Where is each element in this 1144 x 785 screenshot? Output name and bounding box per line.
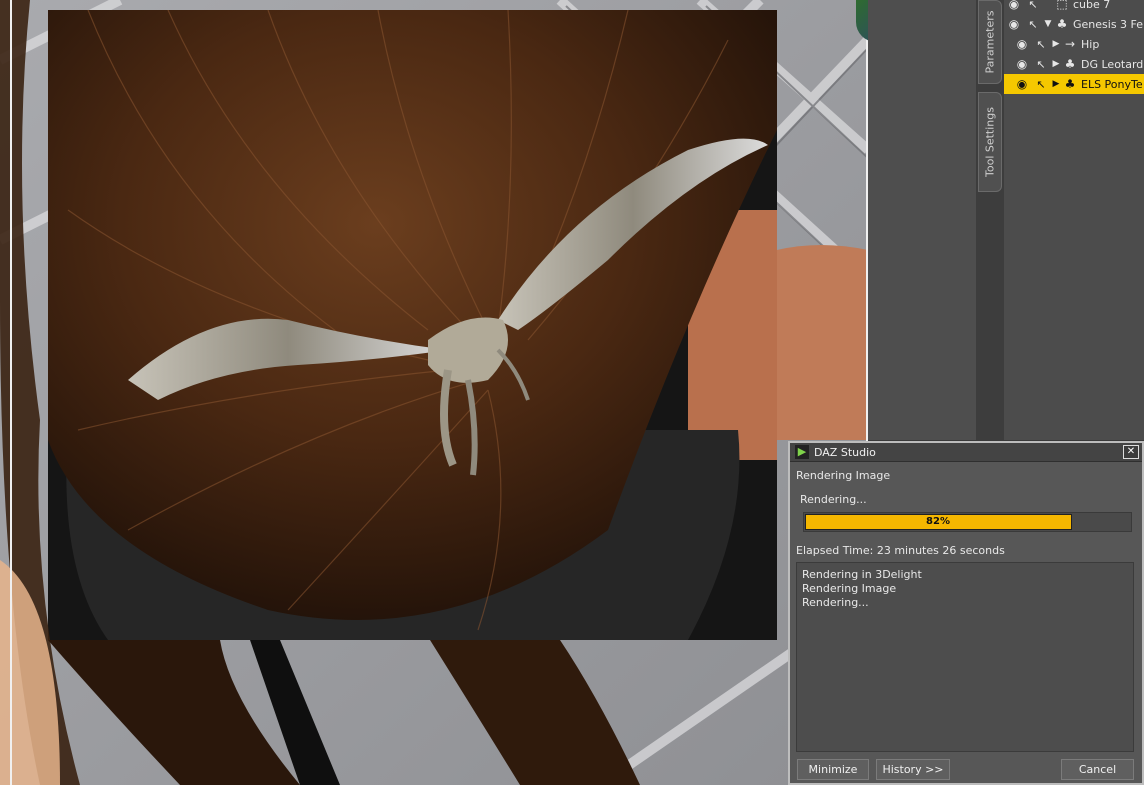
rendered-hair-image [48,10,777,640]
scene-row-label: Hip [1081,37,1100,51]
dialog-titlebar[interactable]: ▶ DAZ Studio ✕ [790,443,1142,462]
render-log[interactable]: Rendering in 3Delight Rendering Image Re… [796,562,1134,752]
dialog-heading: Rendering Image [796,469,891,482]
scene-row-label: cube 7 [1073,0,1111,11]
scene-row-leotard[interactable]: ◉ ↖ ▶ ♣ DG Leotard [1004,54,1144,74]
eye-icon[interactable]: ◉ [1012,77,1032,91]
cube-icon: ⬚ [1056,0,1068,11]
scene-row-label: Genesis 3 Fe [1073,17,1144,31]
scene-row-cube[interactable]: ◉ ↖ ⬚ cube 7 [1004,0,1144,14]
render-viewport[interactable] [0,0,868,785]
bone-icon: → [1064,37,1076,51]
chevron-right-icon[interactable]: ▶ [1050,79,1062,89]
cancel-button[interactable]: Cancel [1061,759,1134,780]
cursor-icon[interactable]: ↖ [1032,38,1050,51]
cursor-icon[interactable]: ↖ [1032,78,1050,91]
progress-bar: 82% [803,512,1132,532]
scene-row-label: ELS PonyTe [1081,77,1143,91]
tab-parameters[interactable]: Parameters [978,0,1002,84]
chevron-down-icon[interactable]: ▼ [1042,19,1054,29]
eye-icon[interactable]: ◉ [1004,17,1024,31]
figure-icon: ♣ [1064,57,1076,71]
tab-parameters-label: Parameters [983,10,997,74]
tab-tool-settings-label: Tool Settings [983,107,997,177]
cursor-icon[interactable]: ↖ [1024,18,1042,31]
elapsed-time: Elapsed Time: 23 minutes 26 seconds [796,544,1005,557]
close-button[interactable]: ✕ [1123,445,1139,459]
figure-icon: ♣ [1064,77,1076,91]
scene-row-genesis[interactable]: ◉ ↖ ▼ ♣ Genesis 3 Fe [1004,14,1144,34]
tab-tool-settings[interactable]: Tool Settings [978,92,1002,192]
daz-logo-icon: ▶ [795,445,809,459]
chevron-right-icon[interactable]: ▶ [1050,59,1062,69]
cursor-icon[interactable]: ↖ [1032,58,1050,71]
viewport-side-panel [868,0,976,440]
eye-icon[interactable]: ◉ [1012,57,1032,71]
scene-row-ponytail[interactable]: ◉ ↖ ▶ ♣ ELS PonyTe [1004,74,1144,94]
figure-icon: ♣ [1056,17,1068,31]
history-button[interactable]: History >> [876,759,950,780]
progress-percent: 82% [926,516,950,527]
scene-row-label: DG Leotard [1081,57,1144,71]
scene-row-hip[interactable]: ◉ ↖ ▶ → Hip [1004,34,1144,54]
status-text: Rendering... [800,493,867,506]
render-region [48,10,777,640]
log-line: Rendering... [802,596,869,609]
pane-tab-strip: Parameters Tool Settings [976,0,1004,440]
dialog-title: DAZ Studio [814,445,876,459]
eye-icon[interactable]: ◉ [1004,0,1024,11]
log-line: Rendering Image [802,582,897,595]
eye-icon[interactable]: ◉ [1012,37,1032,51]
render-progress-dialog: ▶ DAZ Studio ✕ Rendering Image Rendering… [788,441,1144,785]
chevron-right-icon[interactable]: ▶ [1050,39,1062,49]
log-line: Rendering in 3Delight [802,568,922,581]
scene-tree: ◉ ↖ ⬚ cube 7 ◉ ↖ ▼ ♣ Genesis 3 Fe ◉ ↖ ▶ … [1004,0,1144,440]
minimize-button[interactable]: Minimize [797,759,869,780]
cursor-icon[interactable]: ↖ [1024,0,1042,11]
